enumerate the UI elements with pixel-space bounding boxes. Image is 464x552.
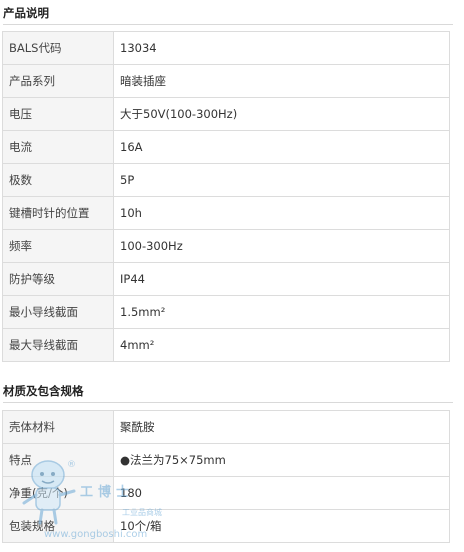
- table-row: BALS代码 13034: [2, 31, 450, 65]
- product-description-table: BALS代码 13034 产品系列 暗装插座 电压 大于50V(100-300Hz) …: [2, 31, 450, 362]
- row-label: 产品系列: [2, 64, 114, 98]
- table-row: 最大导线截面 4mm²: [2, 328, 450, 362]
- row-label: 电压: [2, 97, 114, 131]
- section-title-materials-specs: 材质及包含规格: [3, 380, 453, 403]
- row-label: 特点: [2, 443, 114, 477]
- table-row: 产品系列 暗装插座: [2, 64, 450, 98]
- row-label: 频率: [2, 229, 114, 263]
- table-row: 特点 ●法兰为75×75mm: [2, 443, 450, 477]
- row-value: 聚酰胺: [113, 410, 450, 444]
- row-label: 壳体材料: [2, 410, 114, 444]
- row-label: 极数: [2, 163, 114, 197]
- row-value: 180: [113, 476, 450, 510]
- row-label: 电流: [2, 130, 114, 164]
- row-value: 100-300Hz: [113, 229, 450, 263]
- table-row: 净重(克/个) 180: [2, 476, 450, 510]
- row-value: IP44: [113, 262, 450, 296]
- row-value: 13034: [113, 31, 450, 65]
- row-label: 包装规格: [2, 509, 114, 543]
- row-label: 键槽时针的位置: [2, 196, 114, 230]
- row-label: 净重(克/个): [2, 476, 114, 510]
- row-value: ●法兰为75×75mm: [113, 443, 450, 477]
- row-value: 4mm²: [113, 328, 450, 362]
- row-value: 10h: [113, 196, 450, 230]
- table-row: 极数 5P: [2, 163, 450, 197]
- table-row: 壳体材料 聚酰胺: [2, 410, 450, 444]
- table-row: 电压 大于50V(100-300Hz): [2, 97, 450, 131]
- materials-specs-table: 壳体材料 聚酰胺 特点 ●法兰为75×75mm 净重(克/个) 180 包装规格 10个…: [2, 410, 450, 543]
- section-title-product-description: 产品说明: [3, 2, 453, 25]
- table-row: 频率 100-300Hz: [2, 229, 450, 263]
- row-value: 大于50V(100-300Hz): [113, 97, 450, 131]
- table-row: 键槽时针的位置 10h: [2, 196, 450, 230]
- table-row: 电流 16A: [2, 130, 450, 164]
- row-label: BALS代码: [2, 31, 114, 65]
- row-label: 最大导线截面: [2, 328, 114, 362]
- table-row: 防护等级 IP44: [2, 262, 450, 296]
- row-value: 5P: [113, 163, 450, 197]
- row-value: 暗装插座: [113, 64, 450, 98]
- table-row: 最小导线截面 1.5mm²: [2, 295, 450, 329]
- row-label: 防护等级: [2, 262, 114, 296]
- row-label: 最小导线截面: [2, 295, 114, 329]
- row-value: 16A: [113, 130, 450, 164]
- row-value: 1.5mm²: [113, 295, 450, 329]
- row-value: 10个/箱: [113, 509, 450, 543]
- table-row: 包装规格 10个/箱: [2, 509, 450, 543]
